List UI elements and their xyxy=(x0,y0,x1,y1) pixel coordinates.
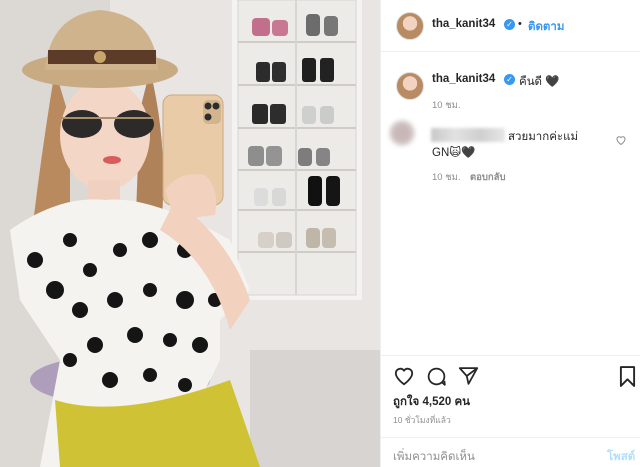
post-photo-illustration xyxy=(0,0,380,467)
verified-badge-icon: ✓ xyxy=(504,19,515,30)
comment-box-divider xyxy=(381,437,640,438)
commenter-avatar[interactable] xyxy=(389,120,415,146)
add-comment-input[interactable]: เพิ่มความคิดเห็น xyxy=(393,448,475,466)
caption-time[interactable]: 10 ชม. xyxy=(432,98,461,113)
commenter-username-blurred xyxy=(431,128,505,142)
post-side-panel: tha_kanit34 ✓ • ติดตาม tha_kanit34 ✓ คืน… xyxy=(381,0,640,467)
header-separator: • xyxy=(518,18,522,30)
comment-like-heart-icon[interactable] xyxy=(615,134,627,146)
reply-button[interactable]: ตอบกลับ xyxy=(470,170,506,185)
caption-author-avatar[interactable] xyxy=(396,72,424,100)
comment-icon[interactable] xyxy=(426,366,447,387)
comment-time[interactable]: 10 ชม. xyxy=(432,170,461,185)
comment-text-line2: GN🙀🖤 xyxy=(432,147,476,159)
author-username[interactable]: tha_kanit34 xyxy=(432,18,495,30)
share-icon[interactable] xyxy=(458,366,479,386)
likes-count[interactable]: ถูกใจ 4,520 คน xyxy=(393,393,470,411)
actions-divider xyxy=(381,355,640,356)
bookmark-icon[interactable] xyxy=(619,366,636,387)
heart-icon[interactable] xyxy=(393,366,415,386)
caption-username[interactable]: tha_kanit34 xyxy=(432,73,495,85)
post-comment-button[interactable]: โพสต์ xyxy=(607,448,635,466)
caption-text: คืนดี 🖤 xyxy=(519,76,560,88)
post-header: tha_kanit34 ✓ • ติดตาม xyxy=(381,0,640,52)
follow-button[interactable]: ติดตาม xyxy=(528,18,564,36)
post-photo[interactable] xyxy=(0,0,380,467)
comment-text: สวยมากค่ะแม่ xyxy=(508,131,579,143)
author-avatar[interactable] xyxy=(396,12,424,40)
post-timestamp[interactable]: 10 ชั่วโมงที่แล้ว xyxy=(393,413,451,427)
caption-verified-badge-icon: ✓ xyxy=(504,74,515,85)
